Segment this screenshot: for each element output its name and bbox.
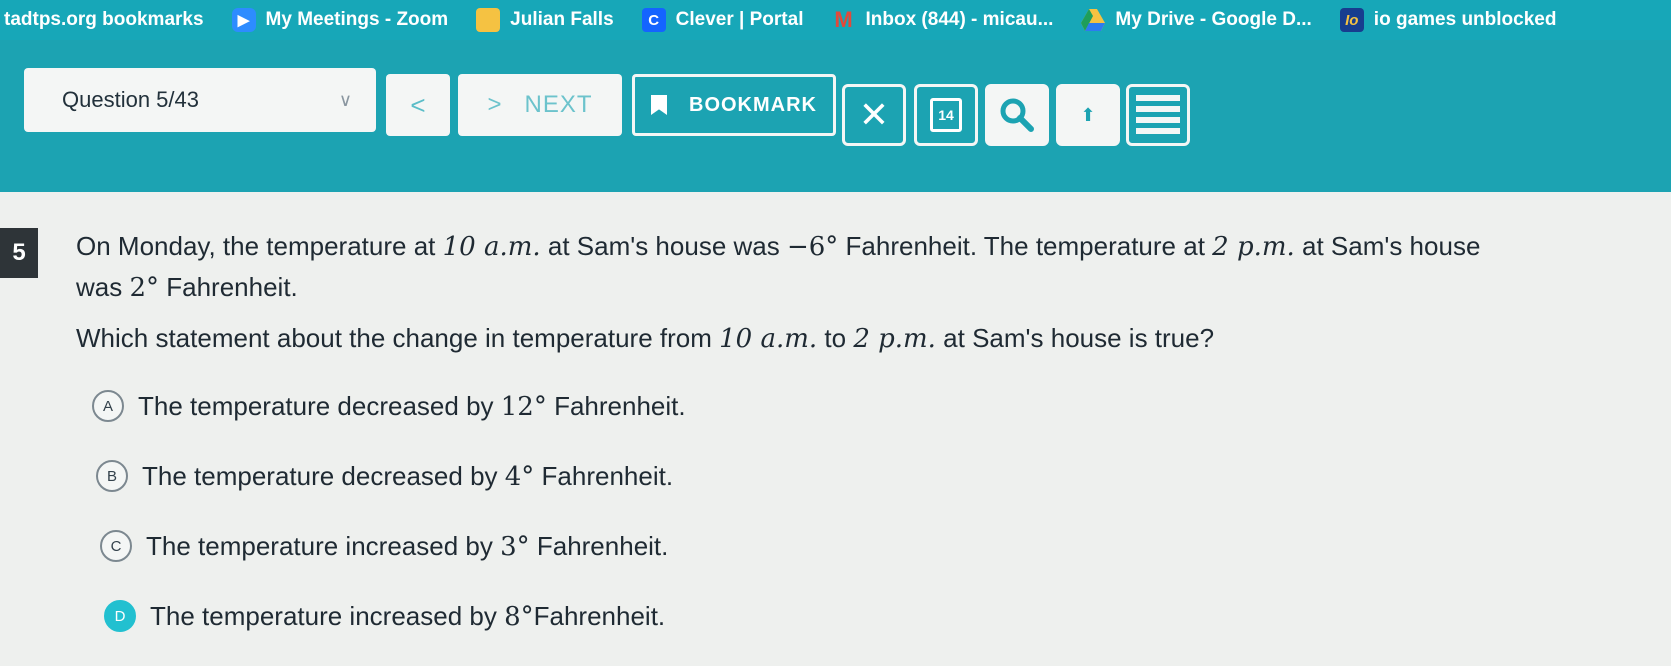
close-icon: ✕ (858, 94, 890, 135)
magnifier-button[interactable] (985, 84, 1049, 146)
previous-button[interactable]: < (386, 74, 450, 136)
zoom-icon: ▶ (231, 8, 256, 32)
choice-text-part: Fahrenheit. (529, 530, 669, 561)
choice-text-part: The temperature decreased by (138, 390, 501, 421)
bookmark-tadtps[interactable]: tadtps.org bookmarks (4, 9, 204, 31)
io-icon: Io (1339, 8, 1364, 32)
stem-text: at Sam's house was (540, 231, 787, 261)
choice-text-part: Fahrenheit. (533, 600, 666, 631)
bookmark-julian-falls[interactable]: Julian Falls (476, 8, 614, 32)
choice-value: 8° (504, 601, 534, 632)
choice-bubble[interactable]: C (100, 530, 132, 562)
bookmark-button[interactable]: BOOKMARK (632, 74, 836, 136)
stem-temperature: −6° (786, 232, 839, 262)
bookmark-icon (651, 95, 667, 115)
question-number-badge: 5 (0, 228, 38, 278)
answer-choice-b[interactable]: B The temperature decreased by 4° Fahren… (96, 460, 673, 492)
bookmarks-bar: tadtps.org bookmarks ▶ My Meetings - Zoo… (0, 0, 1671, 40)
stem-paragraph: On Monday, the temperature at 10 a.m. at… (76, 226, 1656, 308)
stem-temperature: 2° (129, 273, 160, 303)
stem-time: 2 p.m. (1212, 232, 1295, 262)
prompt-time: 2 p.m. (853, 324, 936, 354)
choice-text: The temperature decreased by 12° Fahrenh… (138, 391, 686, 422)
answer-choice-c[interactable]: C The temperature increased by 3° Fahren… (100, 530, 668, 562)
bookmark-label: Julian Falls (510, 9, 614, 30)
stem-text: Fahrenheit. The temperature at (838, 231, 1213, 261)
gmail-icon: M (834, 7, 853, 32)
chevron-right-icon: > (487, 91, 503, 118)
question-selector-label: Question 5/43 (62, 87, 199, 112)
question-prompt: Which statement about the change in temp… (76, 318, 1656, 359)
prompt-text: Which statement about the change in temp… (76, 323, 720, 353)
stem-text: was (76, 272, 130, 302)
bookmark-label: My Meetings - Zoom (265, 9, 449, 30)
chevron-left-icon: < (410, 89, 426, 120)
bookmark-zoom[interactable]: ▶ My Meetings - Zoom (231, 8, 449, 32)
stem-text: at Sam's house (1294, 231, 1481, 261)
bookmark-label: tadtps.org bookmarks (4, 9, 204, 30)
bookmark-label: Inbox (844) - micau... (865, 9, 1054, 30)
test-toolbar: Question 5/43 ∨ < > NEXT BOOKMARK ✕ 14 ⬆ (0, 40, 1671, 192)
chevron-down-icon: ∨ (338, 89, 352, 110)
answer-choice-a[interactable]: A The temperature decreased by 12° Fahre… (92, 390, 686, 422)
choice-bubble[interactable]: A (92, 390, 124, 422)
eliminator-button[interactable]: ✕ (842, 84, 906, 146)
bookmark-clever[interactable]: C Clever | Portal (641, 8, 804, 32)
stem-time: 10 a.m. (442, 232, 541, 262)
bookmark-label: Clever | Portal (675, 9, 804, 30)
choice-value: 12° (500, 391, 547, 422)
question-selector[interactable]: Question 5/43 ∨ (24, 68, 376, 132)
bookmark-io-games[interactable]: Io io games unblocked (1339, 8, 1557, 32)
choice-text-part: Fahrenheit. (534, 460, 674, 491)
calendar-icon: 14 (930, 98, 962, 132)
choice-text-part: The temperature increased by (146, 530, 501, 561)
bookmark-label: BOOKMARK (689, 93, 817, 116)
choice-text-part: The temperature increased by (150, 600, 505, 631)
menu-button[interactable] (1126, 84, 1190, 146)
clever-icon: C (641, 8, 666, 32)
choice-value: 4° (504, 461, 535, 492)
choice-text-part: The temperature decreased by (142, 460, 505, 491)
stem-text: On Monday, the temperature at (76, 231, 443, 261)
answer-choice-d[interactable]: D The temperature increased by 8°Fahrenh… (104, 600, 665, 632)
folder-icon (476, 8, 501, 32)
choice-text: The temperature decreased by 4° Fahrenhe… (142, 461, 673, 492)
choice-text-part: Fahrenheit. (546, 390, 686, 421)
bookmark-label: io games unblocked (1373, 9, 1557, 30)
search-icon (1000, 98, 1034, 132)
calendar-button[interactable]: 14 (914, 84, 978, 146)
upload-button[interactable]: ⬆ (1056, 84, 1120, 146)
choice-text: The temperature increased by 8°Fahrenhei… (150, 601, 665, 632)
drive-icon (1081, 8, 1106, 32)
choice-text: The temperature increased by 3° Fahrenhe… (146, 531, 668, 562)
stem-text: Fahrenheit. (159, 272, 298, 302)
bookmark-gmail[interactable]: M Inbox (844) - micau... (831, 7, 1054, 32)
bookmark-label: My Drive - Google D... (1115, 9, 1312, 30)
prompt-time: 10 a.m. (719, 324, 818, 354)
choice-bubble-selected[interactable]: D (104, 600, 136, 632)
choice-bubble[interactable]: B (96, 460, 128, 492)
question-stem: On Monday, the temperature at 10 a.m. at… (76, 226, 1656, 359)
prompt-text: to (817, 323, 854, 353)
menu-icon (1136, 95, 1180, 135)
upload-icon: ⬆ (1080, 104, 1096, 125)
bookmark-drive[interactable]: My Drive - Google D... (1081, 8, 1312, 32)
next-label: NEXT (524, 91, 593, 118)
choice-value: 3° (500, 531, 530, 562)
prompt-text: at Sam's house is true? (935, 323, 1215, 353)
next-button[interactable]: > NEXT (458, 74, 622, 136)
